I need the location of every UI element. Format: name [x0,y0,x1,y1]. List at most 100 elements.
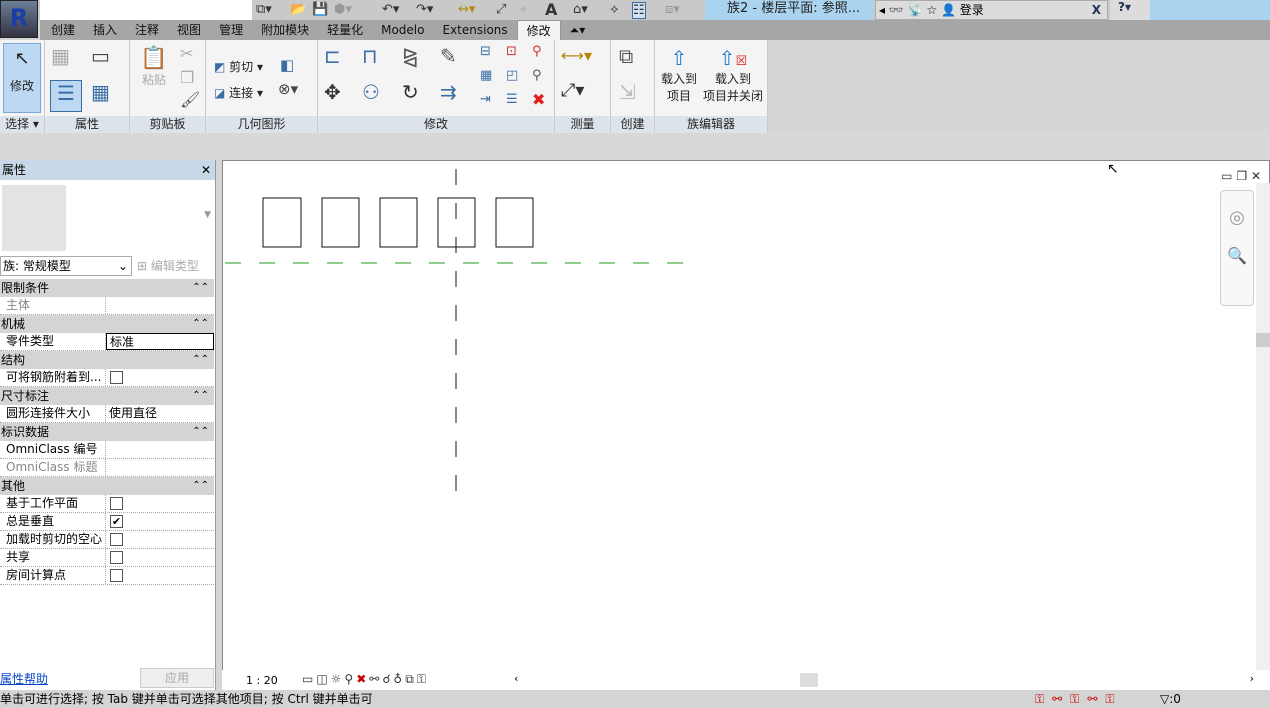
trim-extend-single-icon[interactable]: ⇥ [480,92,491,107]
tab-annotate[interactable]: 注释 [126,20,168,40]
move-icon[interactable]: ✥ [324,80,341,104]
redo-icon[interactable]: ↷▾ [416,2,433,17]
favorites-icon[interactable]: ☆ [926,3,937,17]
mirror-draw-axis-icon[interactable]: ✎ [440,44,457,68]
property-group-header[interactable]: 机械 ⌃⌃ [0,315,214,333]
2d-wheel-icon[interactable]: ◎ [1221,207,1253,228]
properties-help-link[interactable]: 属性帮助 [0,670,48,687]
collapse-icon[interactable]: ⌃⌃ [192,387,209,405]
tab-modify[interactable]: 修改 [516,20,561,40]
property-value[interactable] [106,297,214,314]
split-gap-icon[interactable]: ⊡ [506,44,517,59]
dropdown-arrow-icon[interactable]: ▼ [204,210,211,220]
tab-addins[interactable]: 附加模块 [252,20,318,40]
scroll-left-icon[interactable]: ‹ [514,672,518,685]
property-checkbox[interactable] [110,533,123,546]
properties-title-bar[interactable]: 属性 ✕ [0,160,215,180]
undo-icon[interactable]: ↶▾ [382,2,399,17]
trim-extend-multiple-icon[interactable]: ☰ [506,92,518,107]
split-face-icon[interactable]: ⊗▾ [278,80,298,98]
rotate-icon[interactable]: ↻ [402,80,419,104]
trim-extend-icon[interactable]: ⇉ [440,80,457,104]
collapse-icon[interactable]: ⌃⌃ [192,477,209,495]
minimize-icon[interactable]: ▭ [1221,169,1232,183]
collapse-icon[interactable]: ⌃⌃ [192,423,209,441]
array-icon[interactable]: ▦ [480,68,492,83]
property-value[interactable]: 标准 [106,333,214,350]
vertical-scrollbar[interactable] [1256,183,1270,670]
tab-modelo[interactable]: Modelo [372,20,433,40]
collapse-icon[interactable]: ⌃⌃ [192,315,209,333]
copy-icon[interactable]: ❐ [180,68,194,87]
type-selector[interactable]: 族: 常规模型 ⌄ [0,256,132,276]
cut-geometry-button[interactable]: ◩ 剪切 ▾ [214,58,263,75]
tab-view[interactable]: 视图 [168,20,210,40]
type-properties-icon[interactable]: ▭ [91,44,110,68]
tab-create[interactable]: 创建 [42,20,84,40]
create-similar-icon[interactable]: ⧉ [619,44,633,68]
property-checkbox[interactable] [110,569,123,582]
property-group-header[interactable]: 尺寸标注 ⌃⌃ [0,387,214,405]
view-control-icons[interactable]: ▭◫☼⚲✖⚯☌♁⧉⚿ [302,672,429,687]
view-scale[interactable]: 1 : 20 [246,674,278,687]
3d-view-icon[interactable]: ⌂▾ [573,2,588,17]
scale-icon[interactable]: ◰ [506,68,518,83]
edit-type-button[interactable]: ⊞ 编辑类型 [137,256,199,276]
exchange-icon[interactable]: X [1092,1,1101,19]
property-group-header[interactable]: 其他 ⌃⌃ [0,477,214,495]
split-element-icon[interactable]: ⊟ [480,44,491,59]
application-menu-button[interactable]: R [0,0,38,38]
measure-distance-icon[interactable]: ⟷▾ [561,46,592,65]
property-checkbox[interactable] [110,497,123,510]
property-group-header[interactable]: 限制条件 ⌃⌃ [0,279,214,297]
drawing-canvas[interactable]: ▭ ❐ ✕ ↖ [222,160,1270,690]
tab-extensions[interactable]: Extensions [433,20,516,40]
property-value[interactable]: 使用直径 [106,405,214,422]
sync-icon[interactable]: ⬢▾ [334,2,352,17]
thin-lines-icon[interactable]: ☷ [632,2,646,19]
property-checkbox[interactable]: ✔ [110,515,123,528]
wall-joins-icon[interactable]: ◧ [280,56,294,74]
mirror-pick-axis-icon[interactable]: ⧎ [402,44,419,68]
section-icon[interactable]: ⟡ [610,2,619,17]
property-value[interactable] [106,441,214,458]
property-group-header[interactable]: 标识数据 ⌃⌃ [0,423,214,441]
filter-icon[interactable]: ▽:0 [1160,690,1181,708]
type-preview[interactable]: ▼ [0,180,215,260]
property-value[interactable] [106,459,214,476]
tab-manage[interactable]: 管理 [210,20,252,40]
tab-insert[interactable]: 插入 [84,20,126,40]
align-icon[interactable]: ⊏ [324,44,341,68]
property-group-header[interactable]: 结构 ⌃⌃ [0,351,214,369]
property-checkbox[interactable] [110,371,123,384]
switch-windows-icon[interactable]: ⧉▾ [256,2,272,17]
aligned-dimension-icon[interactable]: ⤢ [496,2,506,17]
scroll-right-icon[interactable]: › [1250,672,1254,685]
close-hidden-icon[interactable]: ⧈▾ [665,2,680,17]
copy-element-icon[interactable]: ⚇ [362,80,380,104]
delete-icon[interactable]: ✖ [532,90,545,109]
family-types-icon[interactable]: ▦ [51,44,70,68]
modify-button[interactable]: ↖ 修改 [3,43,41,113]
horizontal-scroll-thumb[interactable] [800,673,818,687]
unpin-icon[interactable]: ⚲ [532,44,542,59]
load-into-project-button[interactable]: ⇧ 载入到 项目 [657,46,701,104]
properties-icon[interactable]: ☰ [50,80,82,112]
load-into-project-and-close-button[interactable]: ⇧☒ 载入到 项目并关闭 [701,46,765,104]
tab-lightweight[interactable]: 轻量化 [318,20,372,40]
property-checkbox[interactable] [110,551,123,564]
help-button[interactable]: ?▾ [1110,0,1150,20]
collapse-icon[interactable]: ⌃⌃ [192,279,209,297]
subscription-icon[interactable]: 📡 [908,3,923,17]
login-button[interactable]: 登录 [960,3,984,17]
match-type-icon[interactable]: 🖌 [180,90,200,109]
aligned-dimension-ribbon-icon[interactable]: ⤢▾ [561,80,584,101]
save-icon[interactable]: 💾 [312,2,328,17]
create-group-icon[interactable]: ⇲ [619,80,636,104]
restore-icon[interactable]: ❐ [1236,169,1247,183]
close-view-icon[interactable]: ✕ [1251,169,1261,183]
offset-icon[interactable]: ⊓ [362,44,378,68]
binoculars-icon[interactable]: ◂ 👓 [879,3,904,17]
zoom-icon[interactable]: 🔍 [1221,246,1253,265]
collapse-icon[interactable]: ⌃⌃ [192,351,209,369]
